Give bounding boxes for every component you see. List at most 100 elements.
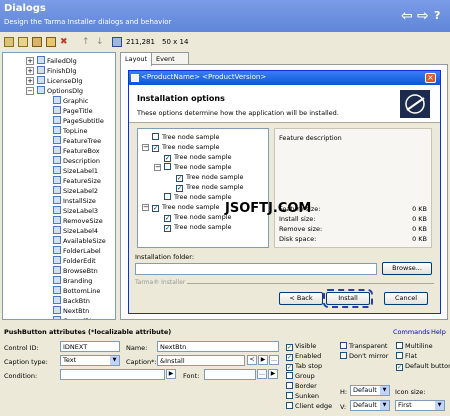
help-link[interactable]: Help [431,328,446,336]
tree-item[interactable]: CancelBtn [53,315,96,319]
h-align-select[interactable]: Default [350,385,390,396]
style-checkbox[interactable]: ✓ Enabled [286,352,321,361]
install-button[interactable]: Install [323,289,373,308]
name-field[interactable]: NextBtn [157,341,279,352]
checkbox-box[interactable] [340,342,347,349]
back-button[interactable]: < Back [279,292,323,305]
feature-node[interactable]: Tree node sample [152,132,220,142]
dialog-tree[interactable]: + FailedDlg + FinishDlg + LicenseDlg − OptionsD… [2,52,116,320]
feature-node[interactable]: ✓ Tree node sample [164,222,232,232]
checkbox-box[interactable] [396,342,403,349]
dialog-header: Installation options These options deter… [129,85,440,123]
style-checkbox[interactable]: ✓ Visible [286,342,316,351]
feature-node[interactable]: ✓ Tree node sample [152,202,220,212]
feature-checkbox[interactable] [164,193,171,200]
style-checkbox[interactable]: Multiline [396,342,433,351]
feature-checkbox[interactable] [152,133,159,140]
expand-icon[interactable]: + [26,77,34,85]
collapse-icon[interactable]: − [154,164,161,171]
feature-tree[interactable]: Tree node sample ✓ Tree node sample − ✓ Tree … [137,128,269,248]
feature-node[interactable]: Tree node sample [164,192,232,202]
checkbox-box[interactable] [396,352,403,359]
style-checkbox[interactable]: Flat [396,352,417,361]
style-checkbox[interactable]: Border [286,382,317,391]
feature-node[interactable]: ✓ Tree node sample [176,182,244,192]
feature-node[interactable]: ✓ Tree node sample [176,172,244,182]
feature-checkbox[interactable]: ✓ [152,145,159,152]
new-dialog-icon[interactable] [4,37,14,47]
commands-link[interactable]: Commands [393,328,430,336]
tree-item-label: SizeLabel2 [63,187,99,195]
expand-icon[interactable]: + [26,57,34,65]
expand-icon[interactable]: + [26,67,34,75]
feature-checkbox[interactable] [164,163,171,170]
font-more-icon[interactable]: … [257,369,267,379]
feature-node[interactable]: Tree node sample [164,162,232,172]
collapse-icon[interactable]: − [26,87,34,95]
collapse-icon[interactable]: − [142,204,149,211]
help-icon[interactable]: ? [434,9,440,23]
checkbox-box[interactable] [286,382,293,389]
feature-checkbox[interactable]: ✓ [164,155,171,162]
feature-checkbox[interactable]: ✓ [164,215,171,222]
tree-item-label: TopLine [63,127,88,135]
font-browse-icon[interactable]: ▶ [268,369,278,379]
style-checkbox[interactable]: Don't mirror [340,352,388,361]
feature-checkbox[interactable]: ✓ [152,205,159,212]
cancel-button[interactable]: Cancel [384,292,428,305]
style-checkbox[interactable]: Sunken [286,392,319,401]
checkbox-box[interactable]: ✓ [286,364,293,371]
collapse-icon[interactable]: − [142,144,149,151]
delete-icon[interactable]: ✖ [60,37,70,47]
folder-edit[interactable] [135,263,377,275]
v-align-select[interactable]: Default [350,400,390,411]
style-checkbox[interactable]: Group [286,372,315,381]
feature-checkbox[interactable]: ✓ [176,185,183,192]
checkbox-box[interactable]: ✓ [396,364,403,371]
feature-node-label: Tree node sample [162,203,220,211]
paste-icon[interactable] [46,37,56,47]
control-icon [53,116,61,124]
caption-more-icon[interactable]: … [269,355,279,365]
caption-field[interactable]: &Install [157,355,245,366]
checkbox-box[interactable] [286,372,293,379]
font-field[interactable] [204,369,256,380]
browse-button[interactable]: Browse... [382,262,432,275]
caption-menu-icon[interactable]: < [247,355,257,365]
feature-node[interactable]: ✓ Tree node sample [152,142,220,152]
style-checkbox[interactable]: Client edge [286,402,332,411]
control-icon [37,66,45,74]
control-icon [53,156,61,164]
caption-type-select[interactable]: Text [60,355,120,366]
checkbox-box[interactable] [286,402,293,409]
icon-size-select[interactable]: First [395,400,445,411]
feature-checkbox[interactable]: ✓ [164,225,171,232]
back-arrow-icon[interactable]: ⇦ [401,9,413,23]
copy-icon[interactable] [32,37,42,47]
checkbox-box[interactable]: ✓ [286,344,293,351]
style-checkbox[interactable]: Transparent [340,342,387,351]
feature-node[interactable]: ✓ Tree node sample [164,212,232,222]
new-control-icon[interactable] [18,37,28,47]
move-down-icon[interactable]: ↓ [96,37,106,47]
feature-node[interactable]: ✓ Tree node sample [164,152,232,162]
preview-dialog[interactable]: <ProductName> <ProductVersion> × Install… [128,70,441,314]
move-up-icon[interactable]: ↑ [82,37,92,47]
condition-field[interactable] [60,369,165,380]
tab-layout[interactable]: Layout [120,52,153,66]
position-icon [112,37,122,47]
condition-browse-icon[interactable]: ▶ [166,369,176,379]
forward-arrow-icon[interactable]: ⇨ [417,9,429,23]
checkbox-box[interactable]: ✓ [286,354,293,361]
control-icon [53,146,61,154]
control-id-label: Control ID: [4,344,39,352]
checkbox-box[interactable] [340,352,347,359]
caption-browse-icon[interactable]: ▶ [258,355,268,365]
style-checkbox[interactable]: ✓ Default button [396,362,450,371]
feature-checkbox[interactable]: ✓ [176,175,183,182]
tree-item-label: LicenseDlg [47,77,83,85]
control-id-field[interactable]: IDNEXT [60,341,120,352]
close-icon[interactable]: × [425,73,436,83]
checkbox-box[interactable] [286,392,293,399]
style-checkbox[interactable]: ✓ Tab stop [286,362,322,371]
